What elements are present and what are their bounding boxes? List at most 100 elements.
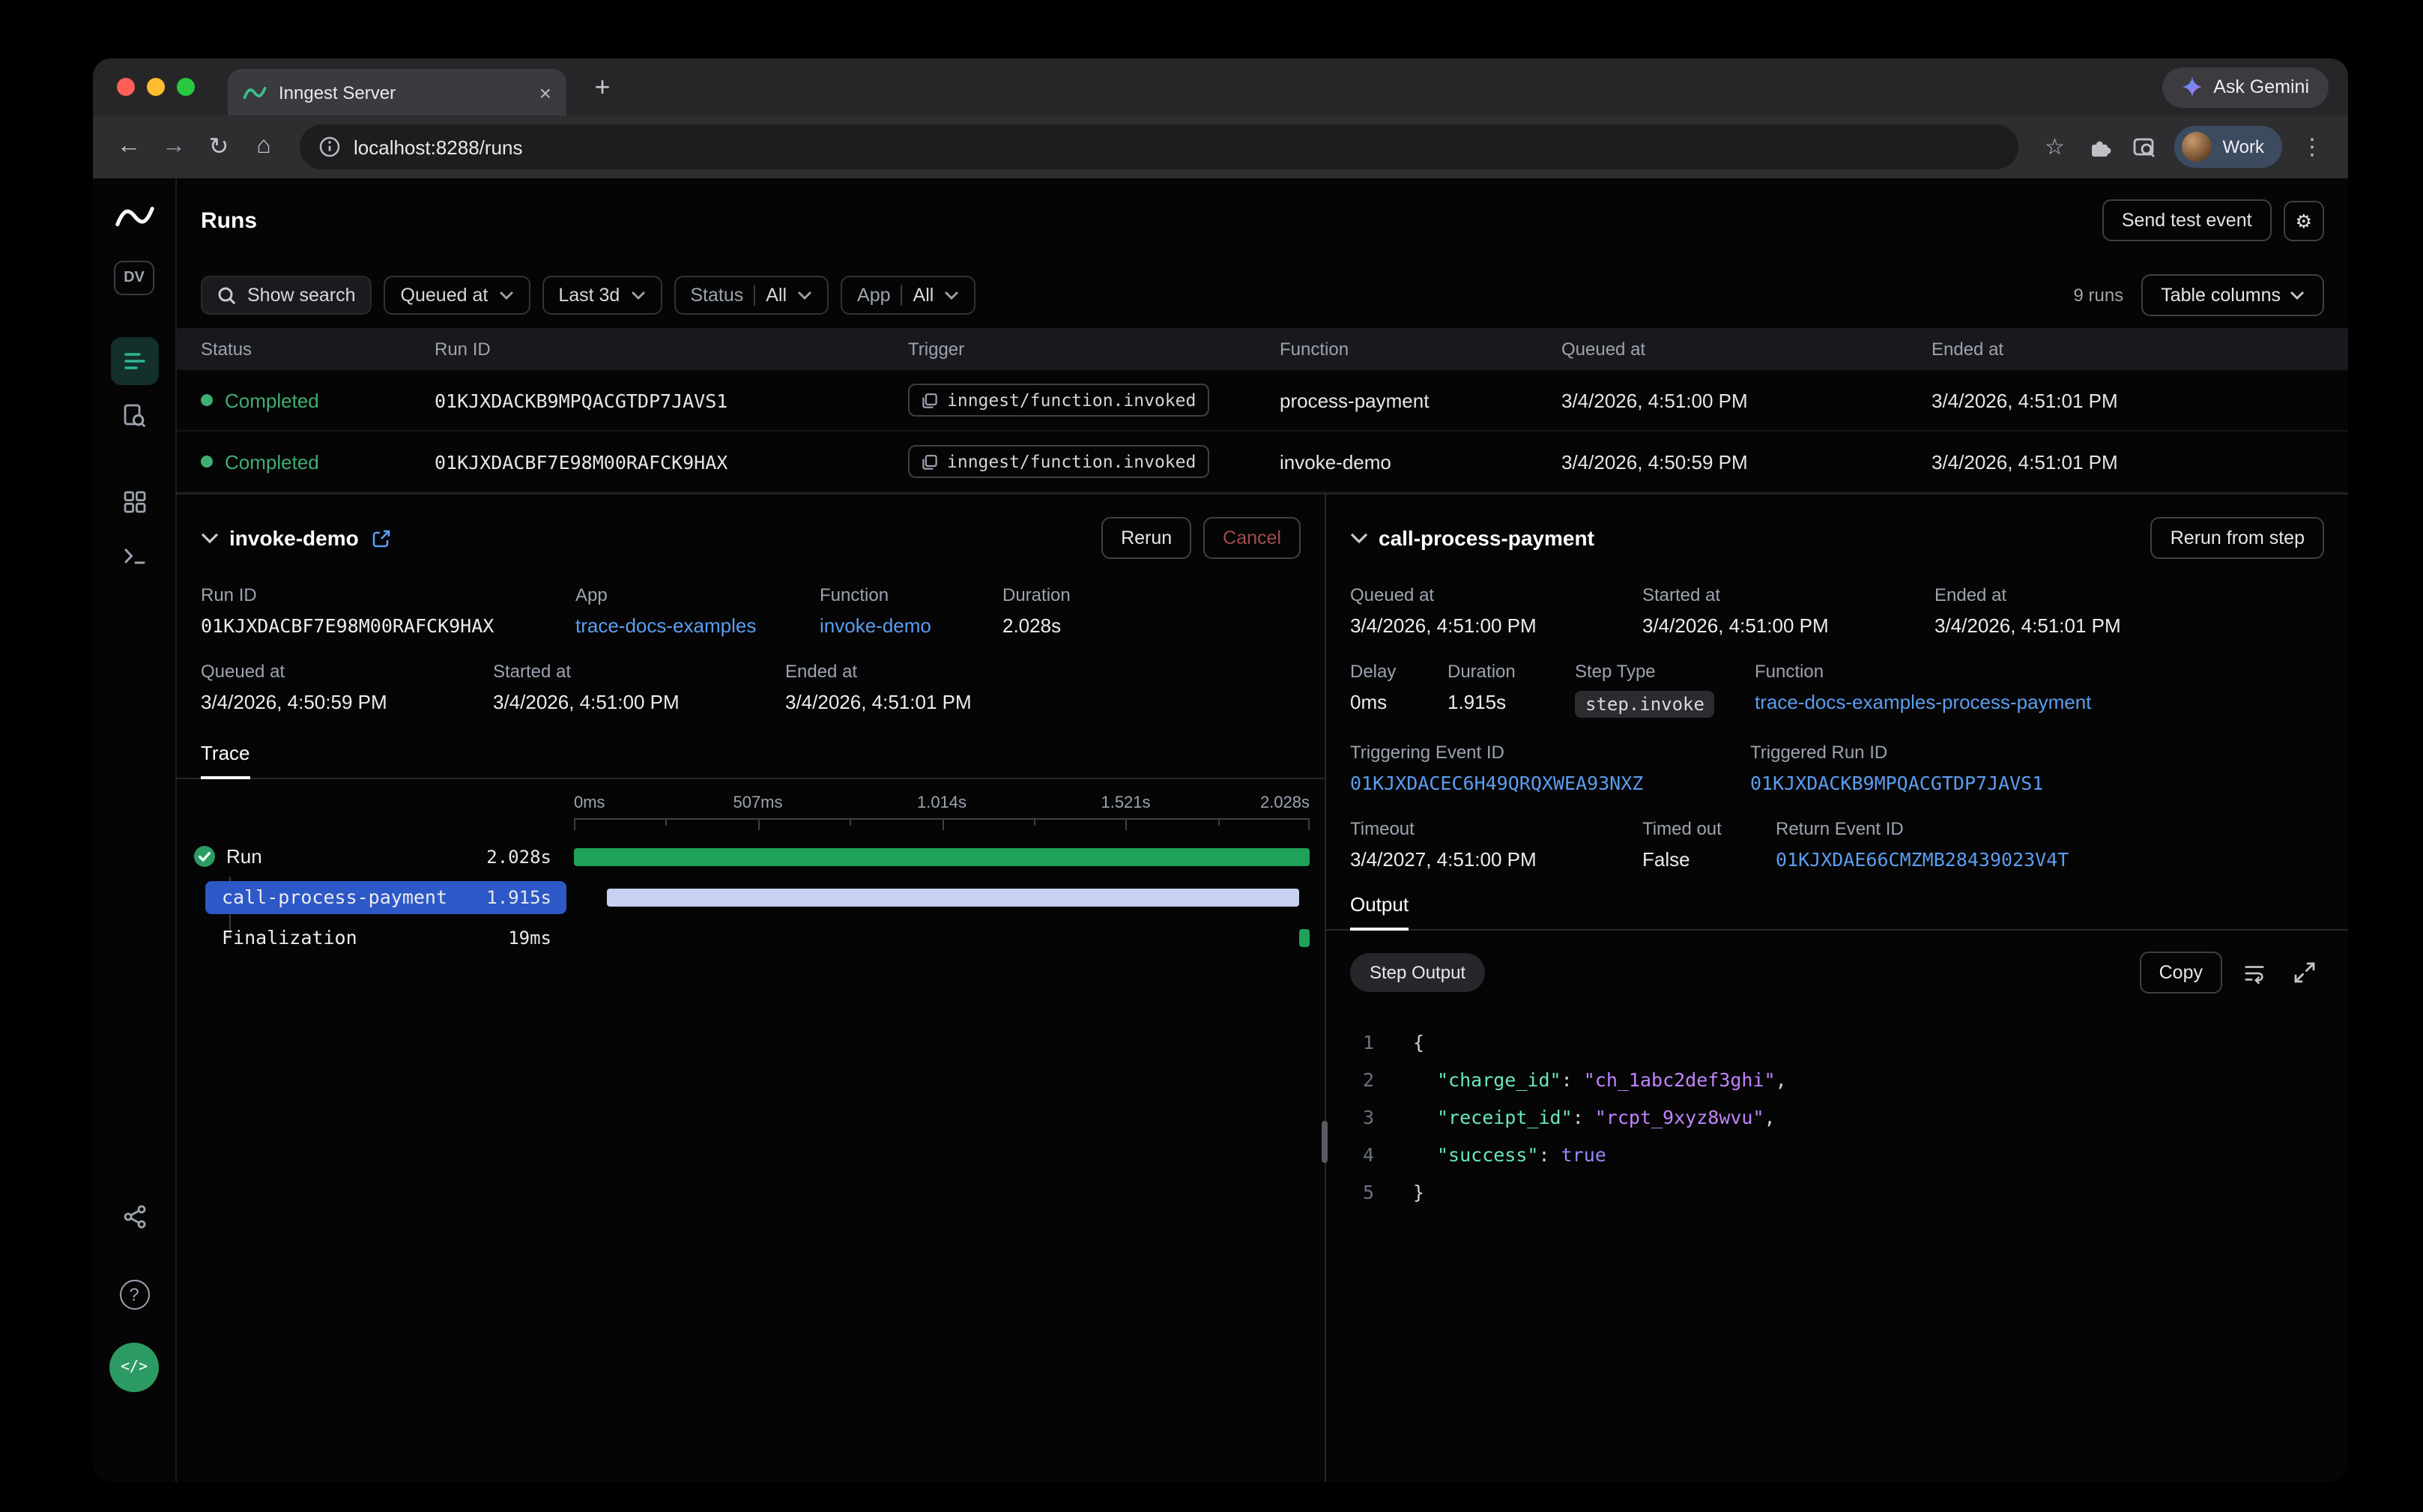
trace-span-finalization[interactable]: Finalization 19ms bbox=[177, 917, 1325, 958]
step-fields-row1: Queued at 3/4/2026, 4:51:00 PM Started a… bbox=[1350, 584, 2324, 637]
col-header-status[interactable]: Status bbox=[201, 339, 435, 360]
table-columns-button[interactable]: Table columns bbox=[2141, 274, 2324, 316]
sidebar-item-terminal[interactable] bbox=[110, 532, 158, 580]
settings-gear-button[interactable]: ⚙ bbox=[2284, 200, 2324, 241]
bookmark-star-icon[interactable]: ☆ bbox=[2033, 126, 2075, 168]
copy-button[interactable]: Copy bbox=[2140, 952, 2222, 994]
dev-tools-button[interactable]: </> bbox=[109, 1343, 159, 1392]
back-button[interactable]: ← bbox=[108, 126, 150, 168]
tick-label: 1.521s bbox=[1101, 794, 1150, 812]
table-header-row: Status Run ID Trigger Function Queued at… bbox=[177, 328, 2348, 370]
timed-out-label: Timed out bbox=[1642, 818, 1776, 839]
col-header-run-id[interactable]: Run ID bbox=[435, 339, 908, 360]
function-cell: invoke-demo bbox=[1280, 450, 1561, 473]
home-button[interactable]: ⌂ bbox=[243, 126, 285, 168]
minimize-window-button[interactable] bbox=[147, 78, 165, 96]
rerun-button[interactable]: Rerun bbox=[1101, 517, 1191, 559]
success-check-icon bbox=[193, 845, 216, 868]
event-icon bbox=[922, 392, 938, 408]
delay-label: Delay bbox=[1350, 661, 1448, 682]
trace-bar[interactable] bbox=[574, 847, 1310, 865]
tab-output[interactable]: Output bbox=[1350, 893, 1409, 931]
table-row[interactable]: Completed 01KJXDACBF7E98M00RAFCK9HAX inn… bbox=[177, 432, 2348, 493]
step-type-label: Step Type bbox=[1575, 661, 1755, 682]
close-tab-icon[interactable]: × bbox=[539, 82, 551, 103]
panel-resize-handle[interactable] bbox=[1322, 1121, 1328, 1163]
return-event-id-label: Return Event ID bbox=[1776, 818, 2324, 839]
status-cell: Completed bbox=[201, 450, 435, 473]
tab-search-icon[interactable] bbox=[2123, 126, 2165, 168]
trace-span-run[interactable]: Run 2.028s bbox=[177, 836, 1325, 877]
cancel-button[interactable]: Cancel bbox=[1203, 517, 1301, 559]
external-link-icon[interactable] bbox=[372, 528, 392, 548]
detail-split: invoke-demo Rerun Cancel Run ID 01KJXDAC… bbox=[177, 493, 2348, 1482]
queued-at-cell: 3/4/2026, 4:51:00 PM bbox=[1561, 389, 1932, 411]
queued-at-label: Queued at bbox=[201, 661, 493, 682]
workspace-badge[interactable]: DV bbox=[114, 261, 154, 295]
reload-button[interactable]: ↻ bbox=[198, 126, 240, 168]
sidebar-item-apps[interactable] bbox=[110, 478, 158, 526]
queued-at-dropdown[interactable]: Queued at bbox=[384, 276, 530, 315]
browser-tab[interactable]: Inngest Server × bbox=[228, 69, 566, 115]
rerun-from-step-button[interactable]: Rerun from step bbox=[2151, 517, 2324, 559]
browser-menu-icon[interactable]: ⋮ bbox=[2291, 126, 2333, 168]
trigger-name: inngest/function.invoked bbox=[947, 451, 1196, 472]
output-tab-row: Output bbox=[1326, 892, 2348, 931]
tab-favicon-icon bbox=[243, 83, 267, 101]
share-icon[interactable] bbox=[110, 1193, 158, 1241]
site-info-icon[interactable] bbox=[319, 136, 340, 157]
profile-chip[interactable]: Work bbox=[2174, 126, 2282, 168]
show-search-button[interactable]: Show search bbox=[201, 276, 372, 315]
delay-value: 0ms bbox=[1350, 691, 1448, 713]
triggering-event-id-label: Triggering Event ID bbox=[1350, 742, 1750, 763]
app-link[interactable]: trace-docs-examples bbox=[575, 614, 820, 637]
zoom-window-button[interactable] bbox=[177, 78, 195, 96]
col-header-queued-at[interactable]: Queued at bbox=[1561, 339, 1932, 360]
trace-span-step-selected[interactable]: call-process-payment 1.915s bbox=[177, 877, 1325, 917]
trigger-pill[interactable]: inngest/function.invoked bbox=[908, 445, 1209, 478]
send-test-event-button[interactable]: Send test event bbox=[2102, 199, 2272, 241]
step-output-chip[interactable]: Step Output bbox=[1350, 953, 1485, 992]
forward-button[interactable]: → bbox=[153, 126, 195, 168]
help-icon[interactable]: ? bbox=[119, 1280, 149, 1310]
span-name: call-process-payment bbox=[222, 886, 447, 908]
trace-bar[interactable] bbox=[1299, 928, 1310, 946]
time-range-dropdown[interactable]: Last 3d bbox=[542, 276, 662, 315]
collapse-chevron-icon[interactable] bbox=[201, 532, 219, 544]
tab-trace[interactable]: Trace bbox=[201, 742, 250, 779]
step-type-value: step.invoke bbox=[1575, 691, 1715, 718]
status-filter-dropdown[interactable]: Status All bbox=[674, 276, 829, 315]
col-header-function[interactable]: Function bbox=[1280, 339, 1561, 360]
triggered-run-id-link[interactable]: 01KJXDACKB9MPQACGTDP7JAVS1 bbox=[1750, 772, 2324, 794]
runs-count: 9 runs bbox=[2073, 285, 2123, 306]
trace-bar[interactable] bbox=[607, 888, 1298, 906]
triggering-event-id-link[interactable]: 01KJXDACEC6H49QRQXWEA93NXZ bbox=[1350, 772, 1750, 794]
collapse-chevron-icon[interactable] bbox=[1350, 532, 1368, 544]
span-duration: 19ms bbox=[508, 927, 551, 948]
sidebar-item-runs[interactable] bbox=[110, 337, 158, 385]
avatar bbox=[2182, 132, 2212, 162]
page-title: Runs bbox=[201, 208, 257, 233]
url-text: localhost:8288/runs bbox=[354, 136, 523, 158]
app-label: App bbox=[575, 584, 820, 605]
app-filter-dropdown[interactable]: App All bbox=[841, 276, 975, 315]
step-function-link[interactable]: trace-docs-examples-process-payment bbox=[1755, 691, 2324, 713]
col-header-ended-at[interactable]: Ended at bbox=[1932, 339, 2348, 360]
sidebar-item-events[interactable] bbox=[110, 391, 158, 439]
new-tab-button[interactable]: + bbox=[584, 71, 620, 103]
extensions-icon[interactable] bbox=[2078, 126, 2120, 168]
trigger-pill[interactable]: inngest/function.invoked bbox=[908, 384, 1209, 417]
span-name: Finalization bbox=[222, 926, 357, 949]
status-filter-value: All bbox=[766, 285, 787, 306]
ask-gemini-button[interactable]: Ask Gemini bbox=[2162, 67, 2329, 107]
table-row[interactable]: Completed 01KJXDACKB9MPQACGTDP7JAVS1 inn… bbox=[177, 370, 2348, 432]
expand-icon[interactable] bbox=[2285, 953, 2324, 992]
url-bar[interactable]: localhost:8288/runs bbox=[300, 124, 2018, 169]
close-window-button[interactable] bbox=[117, 78, 135, 96]
tab-strip: Inngest Server × + Ask Gemini bbox=[93, 58, 2348, 115]
col-header-trigger[interactable]: Trigger bbox=[908, 339, 1280, 360]
run-detail-fields-row2: Queued at 3/4/2026, 4:50:59 PM Started a… bbox=[177, 661, 1325, 713]
function-link[interactable]: invoke-demo bbox=[820, 614, 1002, 637]
word-wrap-icon[interactable] bbox=[2234, 953, 2273, 992]
return-event-id-link[interactable]: 01KJXDAE66CMZMB28439023V4T bbox=[1776, 848, 2324, 871]
